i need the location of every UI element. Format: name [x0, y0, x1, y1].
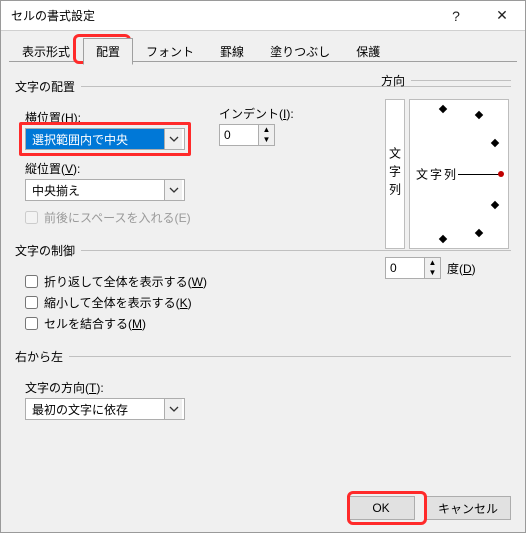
degree-label: 度(D) — [447, 260, 476, 277]
rtl-group: 右から左 文字の方向(T): 最初の文字に依存 — [15, 348, 511, 426]
distribute-checkbox — [25, 211, 38, 224]
degree-spin-down[interactable]: ▼ — [425, 268, 440, 278]
close-button[interactable]: ✕ — [479, 1, 525, 31]
tab-border[interactable]: 罫線 — [207, 38, 257, 64]
orientation-dial-handle[interactable] — [498, 171, 504, 177]
indent-spinner[interactable]: ▲ ▼ — [219, 124, 275, 146]
tab-fill[interactable]: 塗りつぶし — [257, 38, 343, 64]
tab-protection[interactable]: 保護 — [343, 38, 393, 64]
help-icon: ? — [452, 8, 460, 24]
dial-tick-icon — [491, 201, 499, 209]
window-title: セルの書式設定 — [1, 7, 433, 24]
tab-content: 文字の配置 横位置(H): 選択範囲内で中央 縦位置(V): — [1, 62, 525, 484]
orientation-vertical-text-box[interactable]: 文字列 — [385, 99, 405, 249]
help-button[interactable]: ? — [433, 1, 479, 31]
text-direction-label: 文字の方向(T): — [25, 379, 511, 396]
wrap-checkbox[interactable] — [25, 275, 38, 288]
text-control-legend: 文字の制御 — [15, 242, 81, 259]
wrap-label: 折り返して全体を表示する(W) — [44, 273, 207, 290]
indent-label: インデント(I): — [219, 105, 294, 122]
close-icon: ✕ — [496, 7, 508, 24]
shrink-checkbox[interactable] — [25, 296, 38, 309]
indent-input[interactable] — [220, 125, 258, 145]
tab-number[interactable]: 表示形式 — [9, 38, 83, 64]
degree-spin-up[interactable]: ▲ — [425, 258, 440, 268]
dialog-button-bar: OK キャンセル — [1, 484, 525, 532]
ok-button[interactable]: OK — [347, 496, 415, 520]
rtl-legend: 右から左 — [15, 348, 69, 365]
text-alignment-legend: 文字の配置 — [15, 78, 81, 95]
dial-tick-icon — [475, 111, 483, 119]
dial-tick-icon — [491, 139, 499, 147]
indent-spin-buttons[interactable]: ▲ ▼ — [258, 125, 274, 145]
text-direction-combo[interactable]: 最初の文字に依存 — [25, 398, 185, 420]
indent-spin-up[interactable]: ▲ — [259, 125, 274, 135]
tab-font[interactable]: フォント — [133, 38, 207, 64]
orientation-dial-indicator — [458, 174, 500, 175]
titlebar: セルの書式設定 ? ✕ — [1, 1, 525, 31]
cancel-button[interactable]: キャンセル — [425, 496, 511, 520]
orientation-legend: 方向 — [381, 72, 411, 89]
indent-spin-down[interactable]: ▼ — [259, 135, 274, 145]
dial-tick-icon — [439, 235, 447, 243]
merge-checkbox-row[interactable]: セルを結合する(M) — [25, 315, 511, 332]
chevron-down-icon — [164, 129, 182, 149]
chevron-down-icon — [164, 180, 182, 200]
orientation-group: 方向 文字列 文字列 — [381, 72, 511, 285]
dial-tick-icon — [475, 229, 483, 237]
shrink-label: 縮小して全体を表示する(K) — [44, 294, 192, 311]
horizontal-combo[interactable]: 選択範囲内で中央 — [25, 128, 185, 150]
horizontal-label: 横位置(H): — [25, 109, 195, 126]
vertical-label: 縦位置(V): — [25, 160, 195, 177]
degree-spinner[interactable]: ▲ ▼ — [385, 257, 441, 279]
merge-label: セルを結合する(M) — [44, 315, 146, 332]
distribute-label: 前後にスペースを入れる(E) — [44, 209, 191, 226]
tab-bar: 表示形式 配置 フォント 罫線 塗りつぶし 保護 — [1, 31, 525, 61]
shrink-checkbox-row[interactable]: 縮小して全体を表示する(K) — [25, 294, 511, 311]
orientation-dial-label: 文字列 — [416, 166, 458, 183]
degree-spin-buttons[interactable]: ▲ ▼ — [424, 258, 440, 278]
vertical-combo[interactable]: 中央揃え — [25, 179, 185, 201]
orientation-panel: 方向 文字列 文字列 — [381, 72, 511, 285]
chevron-down-icon — [164, 399, 182, 419]
text-direction-value: 最初の文字に依存 — [26, 399, 164, 419]
merge-checkbox[interactable] — [25, 317, 38, 330]
tab-alignment[interactable]: 配置 — [83, 38, 133, 65]
orientation-dial[interactable]: 文字列 — [409, 99, 509, 249]
distribute-checkbox-row: 前後にスペースを入れる(E) — [25, 209, 195, 226]
horizontal-combo-value: 選択範囲内で中央 — [26, 129, 164, 149]
degree-input[interactable] — [386, 258, 424, 278]
dialog-window: セルの書式設定 ? ✕ 表示形式 配置 フォント 罫線 塗りつぶし 保護 文字の… — [0, 0, 526, 533]
vertical-combo-value: 中央揃え — [26, 180, 164, 200]
dial-tick-icon — [439, 105, 447, 113]
